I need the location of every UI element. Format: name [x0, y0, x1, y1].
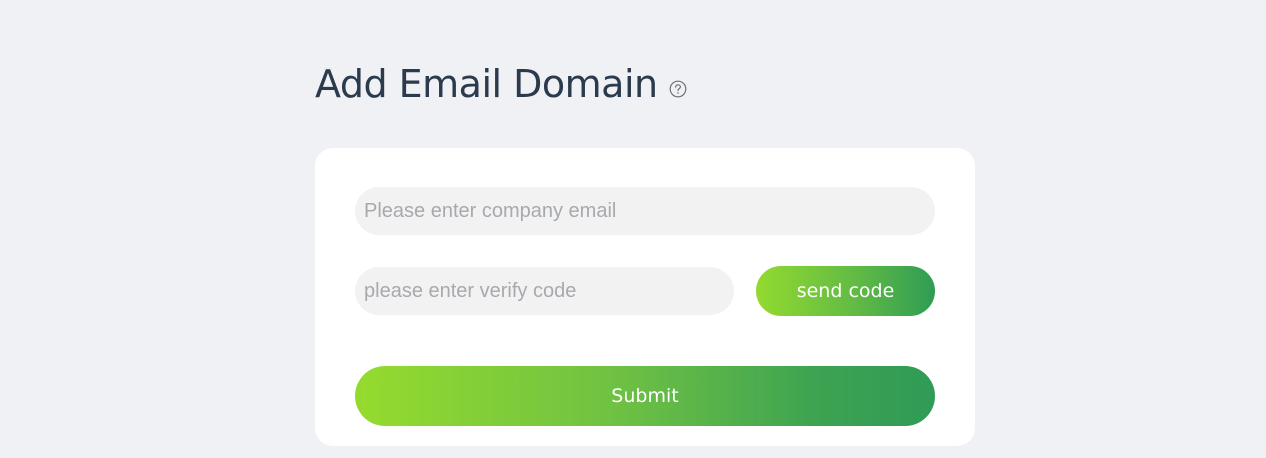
- page-title: Add Email Domain: [315, 62, 658, 106]
- page: Add Email Domain send code Submit: [0, 0, 1266, 458]
- submit-button[interactable]: Submit: [355, 366, 935, 426]
- title-row: Add Email Domain: [315, 58, 687, 110]
- verify-code-input[interactable]: [355, 267, 734, 315]
- send-code-button[interactable]: send code: [756, 266, 935, 316]
- company-email-input[interactable]: [355, 187, 935, 235]
- form-card: send code Submit: [315, 148, 975, 446]
- help-question-icon[interactable]: [669, 80, 687, 98]
